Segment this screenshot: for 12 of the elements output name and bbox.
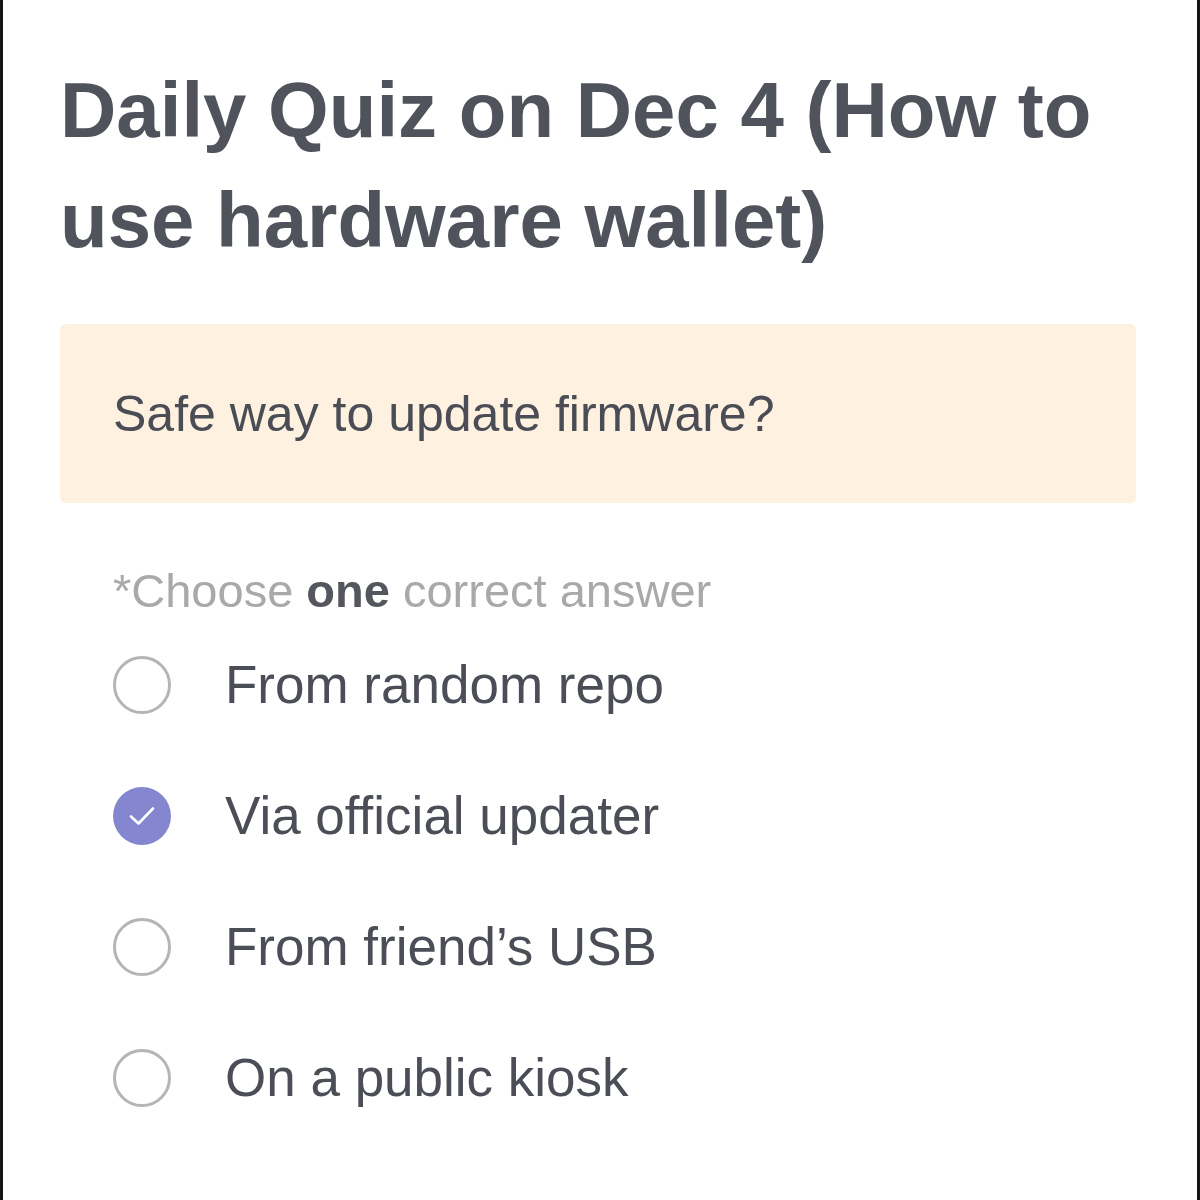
radio-button[interactable] <box>113 917 171 976</box>
quiz-title: Daily Quiz on Dec 4 (How to use hardware wallet) <box>60 65 1093 266</box>
answer-label[interactable]: From random repo <box>225 652 664 717</box>
question-text: Safe way to update firmware? <box>113 384 775 444</box>
answer-label[interactable]: Via official updater <box>225 783 660 848</box>
radio-button[interactable] <box>113 786 171 845</box>
radio-button[interactable] <box>113 655 171 714</box>
answer-label[interactable]: From friend’s USB <box>225 914 657 979</box>
instruction-text: *Choose one correct answer <box>113 563 712 619</box>
answer-label[interactable]: On a public kiosk <box>225 1045 629 1110</box>
check-icon <box>129 805 155 826</box>
radio-button[interactable] <box>113 1048 171 1107</box>
